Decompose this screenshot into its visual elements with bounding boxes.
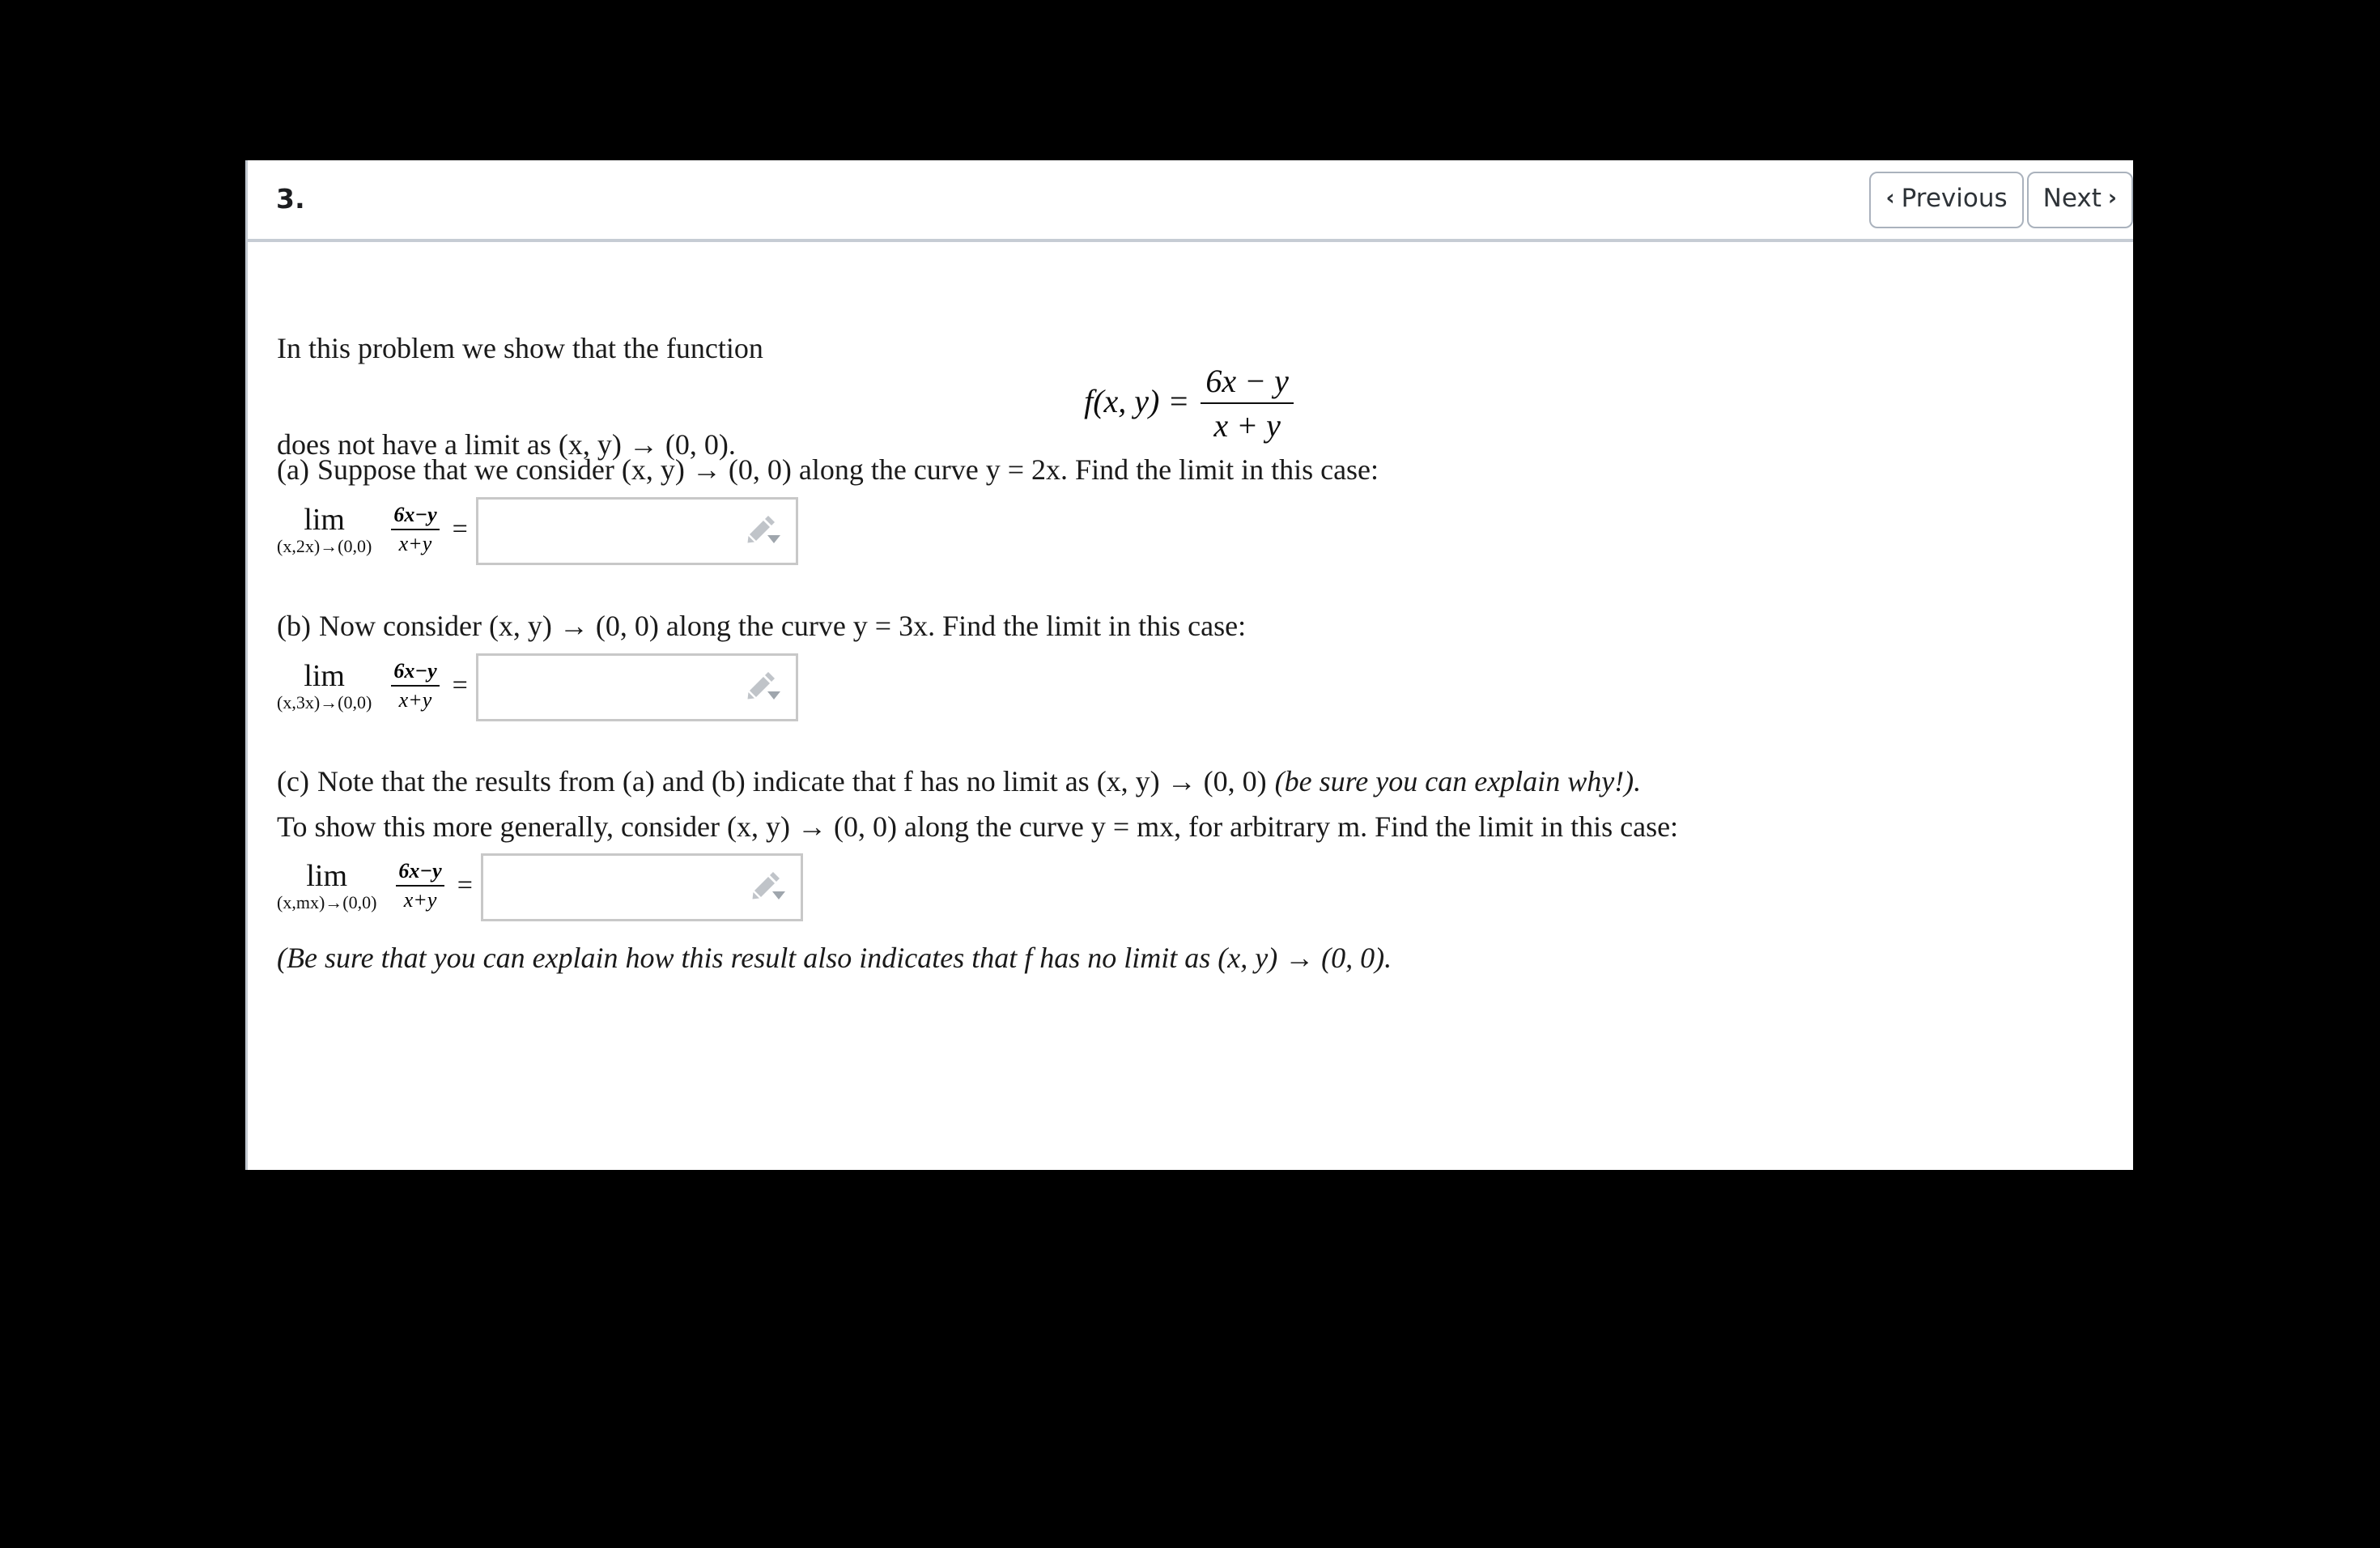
- pencil-icon: [747, 672, 780, 700]
- part-c-limit-operator: lim (x,mx)→(0,0): [277, 861, 376, 914]
- part-a-prompt-text: Suppose that we consider (x, y) → (0, 0)…: [317, 453, 1379, 486]
- function-fraction: 6x − y x + y: [1201, 362, 1294, 444]
- part-c-prompt-line1-italic: (be sure you can explain why!).: [1274, 765, 1642, 797]
- part-a-numerator: 6x−y: [391, 503, 440, 530]
- part-a-denominator: x+y: [398, 532, 432, 555]
- part-a-prompt: (a) Suppose that we consider (x, y) → (0,…: [277, 455, 1379, 484]
- function-denominator: x + y: [1213, 407, 1281, 444]
- part-b-answer-input[interactable]: [475, 653, 798, 721]
- part-a-equation-editor-button[interactable]: [747, 514, 784, 548]
- page-root: 3. ‹ Previous Next › In this problem we …: [0, 0, 2380, 1548]
- part-b-lim-text: lim: [304, 659, 345, 694]
- part-a-label: (a): [277, 453, 309, 486]
- part-b-limit-operator: lim (x,3x)→(0,0): [277, 661, 372, 714]
- part-b-prompt: (b) Now consider (x, y) → (0, 0) along th…: [277, 611, 1246, 640]
- pencil-icon: [747, 516, 780, 543]
- part-c-prompt-line1: (c) Note that the results from (a) and (b…: [277, 767, 1641, 796]
- part-c-lim-text: lim: [306, 859, 348, 894]
- part-c-prompt-line2: To show this more generally, consider (x…: [277, 810, 1679, 843]
- pencil-icon: [752, 872, 785, 899]
- part-b-limit-row: lim (x,3x)→(0,0) 6x−y x+y =: [277, 653, 798, 721]
- part-a-lim-subscript: (x,2x)→(0,0): [277, 536, 372, 557]
- function-numerator: 6x − y: [1201, 362, 1294, 404]
- part-c-answer-input[interactable]: [480, 853, 803, 921]
- part-c-equation-editor-button[interactable]: [752, 870, 789, 904]
- part-c-fraction: 6x−y x+y: [396, 859, 444, 912]
- caret-down-icon: [767, 691, 780, 700]
- part-a-equals-sign: =: [452, 514, 468, 544]
- part-a-limit-operator: lim (x,2x)→(0,0): [277, 504, 372, 558]
- next-button-label: Next: [2042, 184, 2102, 214]
- caret-down-icon: [771, 891, 785, 899]
- part-c-lim-subscript: (x,mx)→(0,0): [277, 892, 377, 913]
- part-c-limit-row: lim (x,mx)→(0,0) 6x−y x+y =: [277, 853, 803, 921]
- part-b-label: (b): [277, 610, 311, 642]
- part-b-lim-subscript: (x,3x)→(0,0): [277, 692, 372, 713]
- part-b-numerator: 6x−y: [391, 659, 440, 687]
- problem-header: 3. ‹ Previous Next ›: [248, 160, 2133, 242]
- intro-text: In this problem we show that the functio…: [277, 332, 763, 364]
- part-a-limit-row: lim (x,2x)→(0,0) 6x−y x+y =: [277, 497, 798, 565]
- problem-number: 3.: [276, 183, 305, 215]
- part-b-prompt-text: Now consider (x, y) → (0, 0) along the c…: [318, 610, 1247, 642]
- part-c-numerator: 6x−y: [396, 859, 444, 887]
- chevron-right-icon: ›: [2107, 185, 2117, 211]
- navigation-buttons: ‹ Previous Next ›: [1869, 172, 2133, 228]
- function-lhs: f(x, y) =: [1084, 383, 1190, 420]
- part-c-label: (c): [277, 765, 309, 797]
- closing-note: (Be sure that you can explain how this r…: [277, 942, 1392, 974]
- part-b-equals-sign: =: [452, 670, 468, 700]
- part-a-lim-text: lim: [304, 503, 345, 538]
- part-b-fraction: 6x−y x+y: [391, 659, 440, 712]
- previous-button-label: Previous: [1901, 184, 2008, 214]
- part-c-prompt-line1-text: Note that the results from (a) and (b) i…: [317, 765, 1267, 797]
- part-c-equals-sign: =: [457, 870, 473, 900]
- part-a-answer-input[interactable]: [475, 497, 798, 565]
- chevron-left-icon: ‹: [1885, 185, 1895, 211]
- caret-down-icon: [767, 535, 780, 543]
- problem-card: 3. ‹ Previous Next › In this problem we …: [245, 160, 2133, 1170]
- part-c-denominator: x+y: [403, 888, 437, 912]
- part-b-denominator: x+y: [398, 688, 432, 712]
- part-b-equation-editor-button[interactable]: [747, 670, 784, 704]
- part-a-fraction: 6x−y x+y: [391, 503, 440, 556]
- previous-button[interactable]: ‹ Previous: [1869, 172, 2024, 228]
- next-button[interactable]: Next ›: [2026, 172, 2133, 228]
